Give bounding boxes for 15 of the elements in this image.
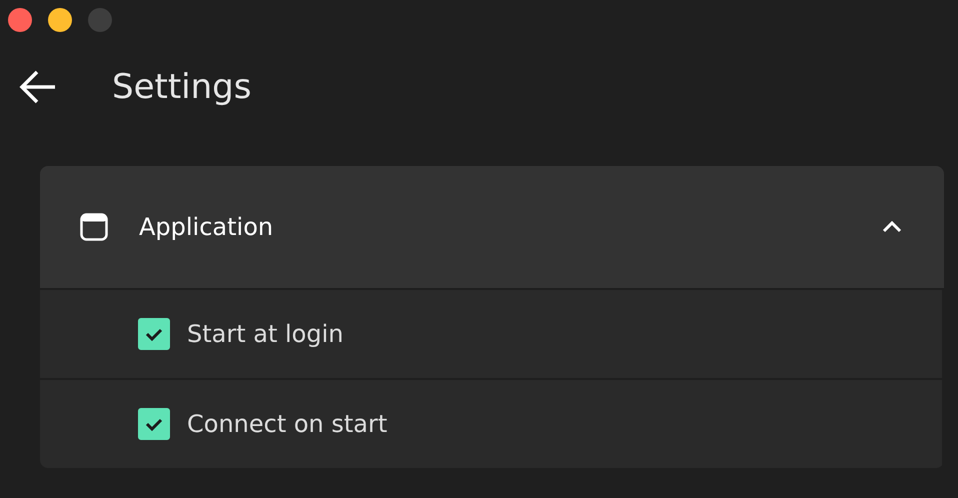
section-header[interactable]: Application — [40, 166, 944, 290]
window-icon — [80, 213, 108, 241]
chevron-icon — [882, 221, 902, 233]
back-arrow-icon — [19, 70, 57, 104]
back-button[interactable] — [19, 70, 57, 104]
close-window-button[interactable] — [8, 8, 32, 32]
page-title: Settings — [112, 67, 252, 107]
checkbox-label: Connect on start — [187, 410, 388, 438]
minimize-window-button[interactable] — [48, 8, 72, 32]
checkbox[interactable] — [138, 318, 170, 350]
checkbox-label: Start at login — [187, 320, 344, 348]
checkmark-icon — [144, 416, 164, 432]
checkmark-icon — [144, 326, 164, 342]
section-title: Application — [139, 213, 274, 241]
checkbox[interactable] — [138, 408, 170, 440]
